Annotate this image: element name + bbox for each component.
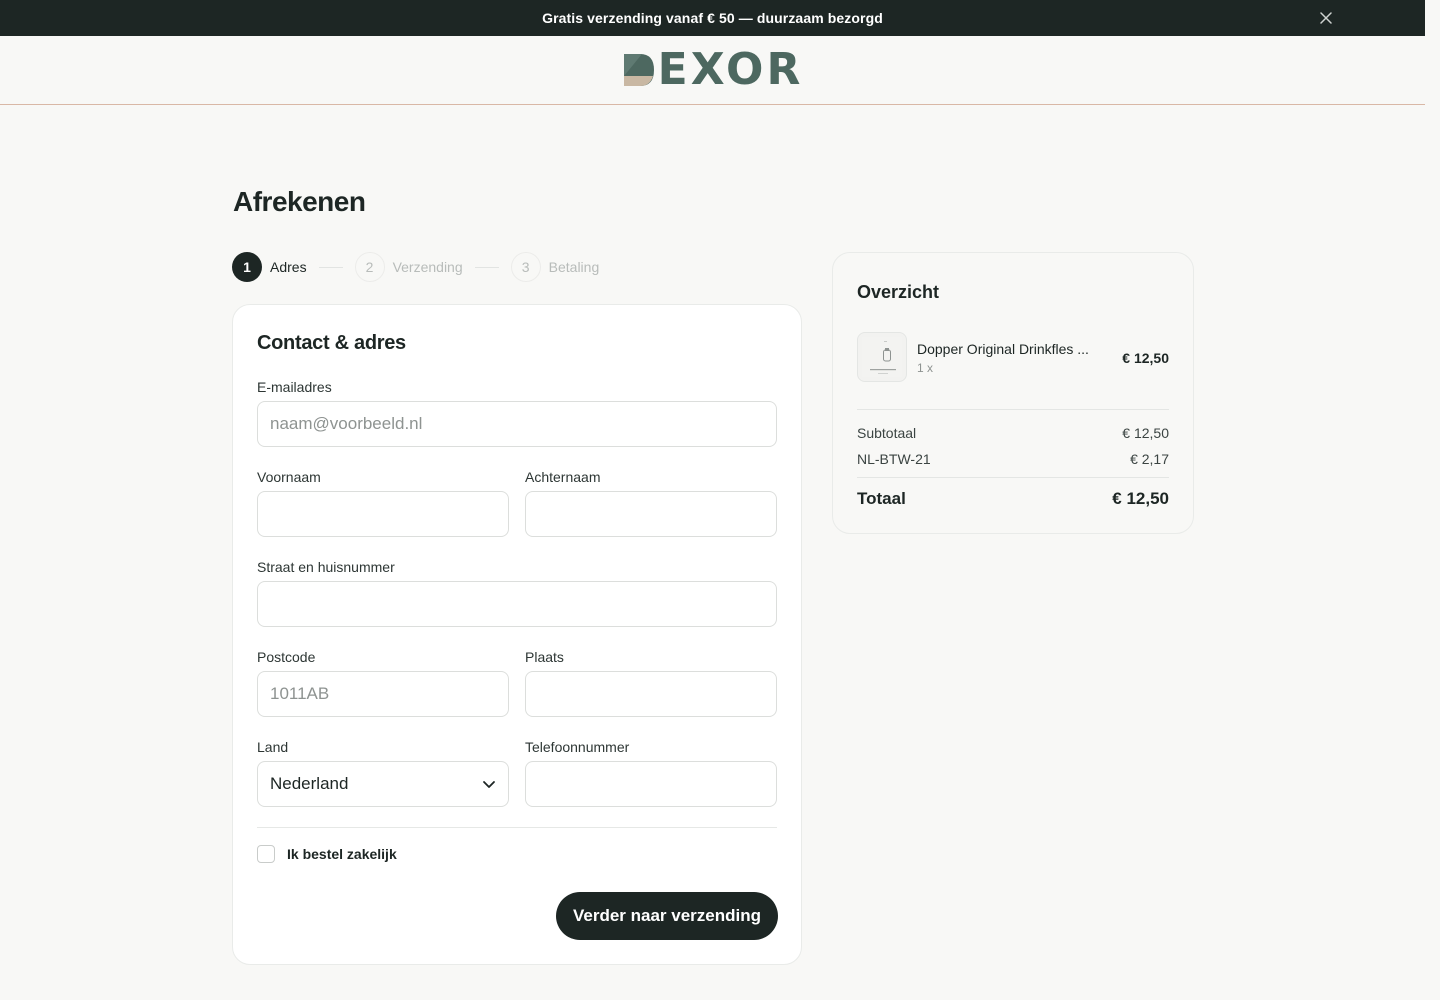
tax-value: € 2,17 [1130, 451, 1169, 467]
form-divider [257, 827, 777, 828]
order-summary-card: Overzicht Dopper Original Drinkfles ... … [832, 252, 1194, 534]
item-price: € 12,50 [1122, 350, 1169, 366]
step-label: Betaling [548, 259, 600, 275]
summary-divider [857, 477, 1169, 478]
item-name: Dopper Original Drinkfles ... [917, 341, 1089, 357]
step-label: Verzending [392, 259, 463, 275]
email-label: E-mailadres [257, 379, 332, 395]
total-label: Totaal [857, 489, 906, 508]
total-value: € 12,50 [1112, 489, 1169, 508]
address-form-card: Contact & adres E-mailadres Voornaam Ach… [232, 304, 802, 965]
business-order-checkbox-row[interactable]: Ik bestel zakelijk [257, 845, 397, 863]
first-name-field[interactable] [257, 491, 509, 537]
step-adres[interactable]: 1 Adres [232, 252, 307, 282]
step-number: 2 [354, 252, 385, 282]
country-label: Land [257, 739, 289, 755]
step-label: Adres [270, 259, 307, 275]
city-field[interactable] [525, 671, 777, 717]
chevron-down-icon [483, 781, 495, 788]
email-field[interactable] [257, 401, 777, 447]
site-header: EXOR [0, 36, 1425, 105]
phone-label: Telefoonnummer [525, 739, 630, 755]
postcode-label: Postcode [257, 649, 316, 665]
step-connector [474, 266, 499, 268]
country-select[interactable]: Nederland [257, 761, 509, 807]
business-order-checkbox[interactable] [257, 845, 275, 863]
last-name-label: Achternaam [525, 469, 601, 485]
bottle-thumbnail-icon [857, 332, 907, 382]
country-value: Nederland [270, 774, 349, 793]
step-connector [318, 266, 343, 268]
close-icon[interactable] [1317, 9, 1335, 27]
form-title: Contact & adres [257, 332, 406, 354]
step-betaling[interactable]: 3 Betaling [510, 252, 600, 282]
business-order-label: Ik bestel zakelijk [287, 846, 397, 862]
announcement-bar: Gratis verzending vanaf € 50 — duurzaam … [0, 0, 1425, 36]
announcement-text: Gratis verzending vanaf € 50 — duurzaam … [542, 10, 883, 26]
first-name-label: Voornaam [257, 469, 321, 485]
scrollbar[interactable] [1425, 0, 1440, 1000]
tax-row: NL-BTW-21 € 2,17 [857, 451, 1169, 467]
summary-divider [857, 409, 1169, 410]
page-title: Afrekenen [233, 186, 366, 217]
street-label: Straat en huisnummer [257, 559, 395, 575]
street-field[interactable] [257, 581, 777, 627]
logo-text: EXOR [657, 44, 804, 95]
continue-to-shipping-button[interactable]: Verder naar verzending [556, 892, 778, 940]
step-verzending[interactable]: 2 Verzending [354, 252, 463, 282]
logo[interactable]: EXOR [622, 48, 804, 92]
last-name-field[interactable] [525, 491, 777, 537]
step-number: 3 [510, 252, 541, 282]
summary-title: Overzicht [857, 282, 940, 302]
step-number: 1 [232, 252, 262, 282]
item-quantity: 1 x [917, 361, 934, 375]
checkout-steps: 1 Adres 2 Verzending 3 Betaling [232, 252, 599, 282]
total-row: Totaal € 12,50 [857, 489, 1169, 509]
postcode-field[interactable] [257, 671, 509, 717]
city-label: Plaats [525, 649, 564, 665]
subtotal-row: Subtotaal € 12,50 [857, 425, 1169, 441]
subtotal-label: Subtotaal [857, 425, 917, 441]
logo-mark-icon [623, 54, 654, 86]
phone-field[interactable] [525, 761, 777, 807]
tax-label: NL-BTW-21 [857, 451, 931, 467]
subtotal-value: € 12,50 [1122, 425, 1169, 441]
